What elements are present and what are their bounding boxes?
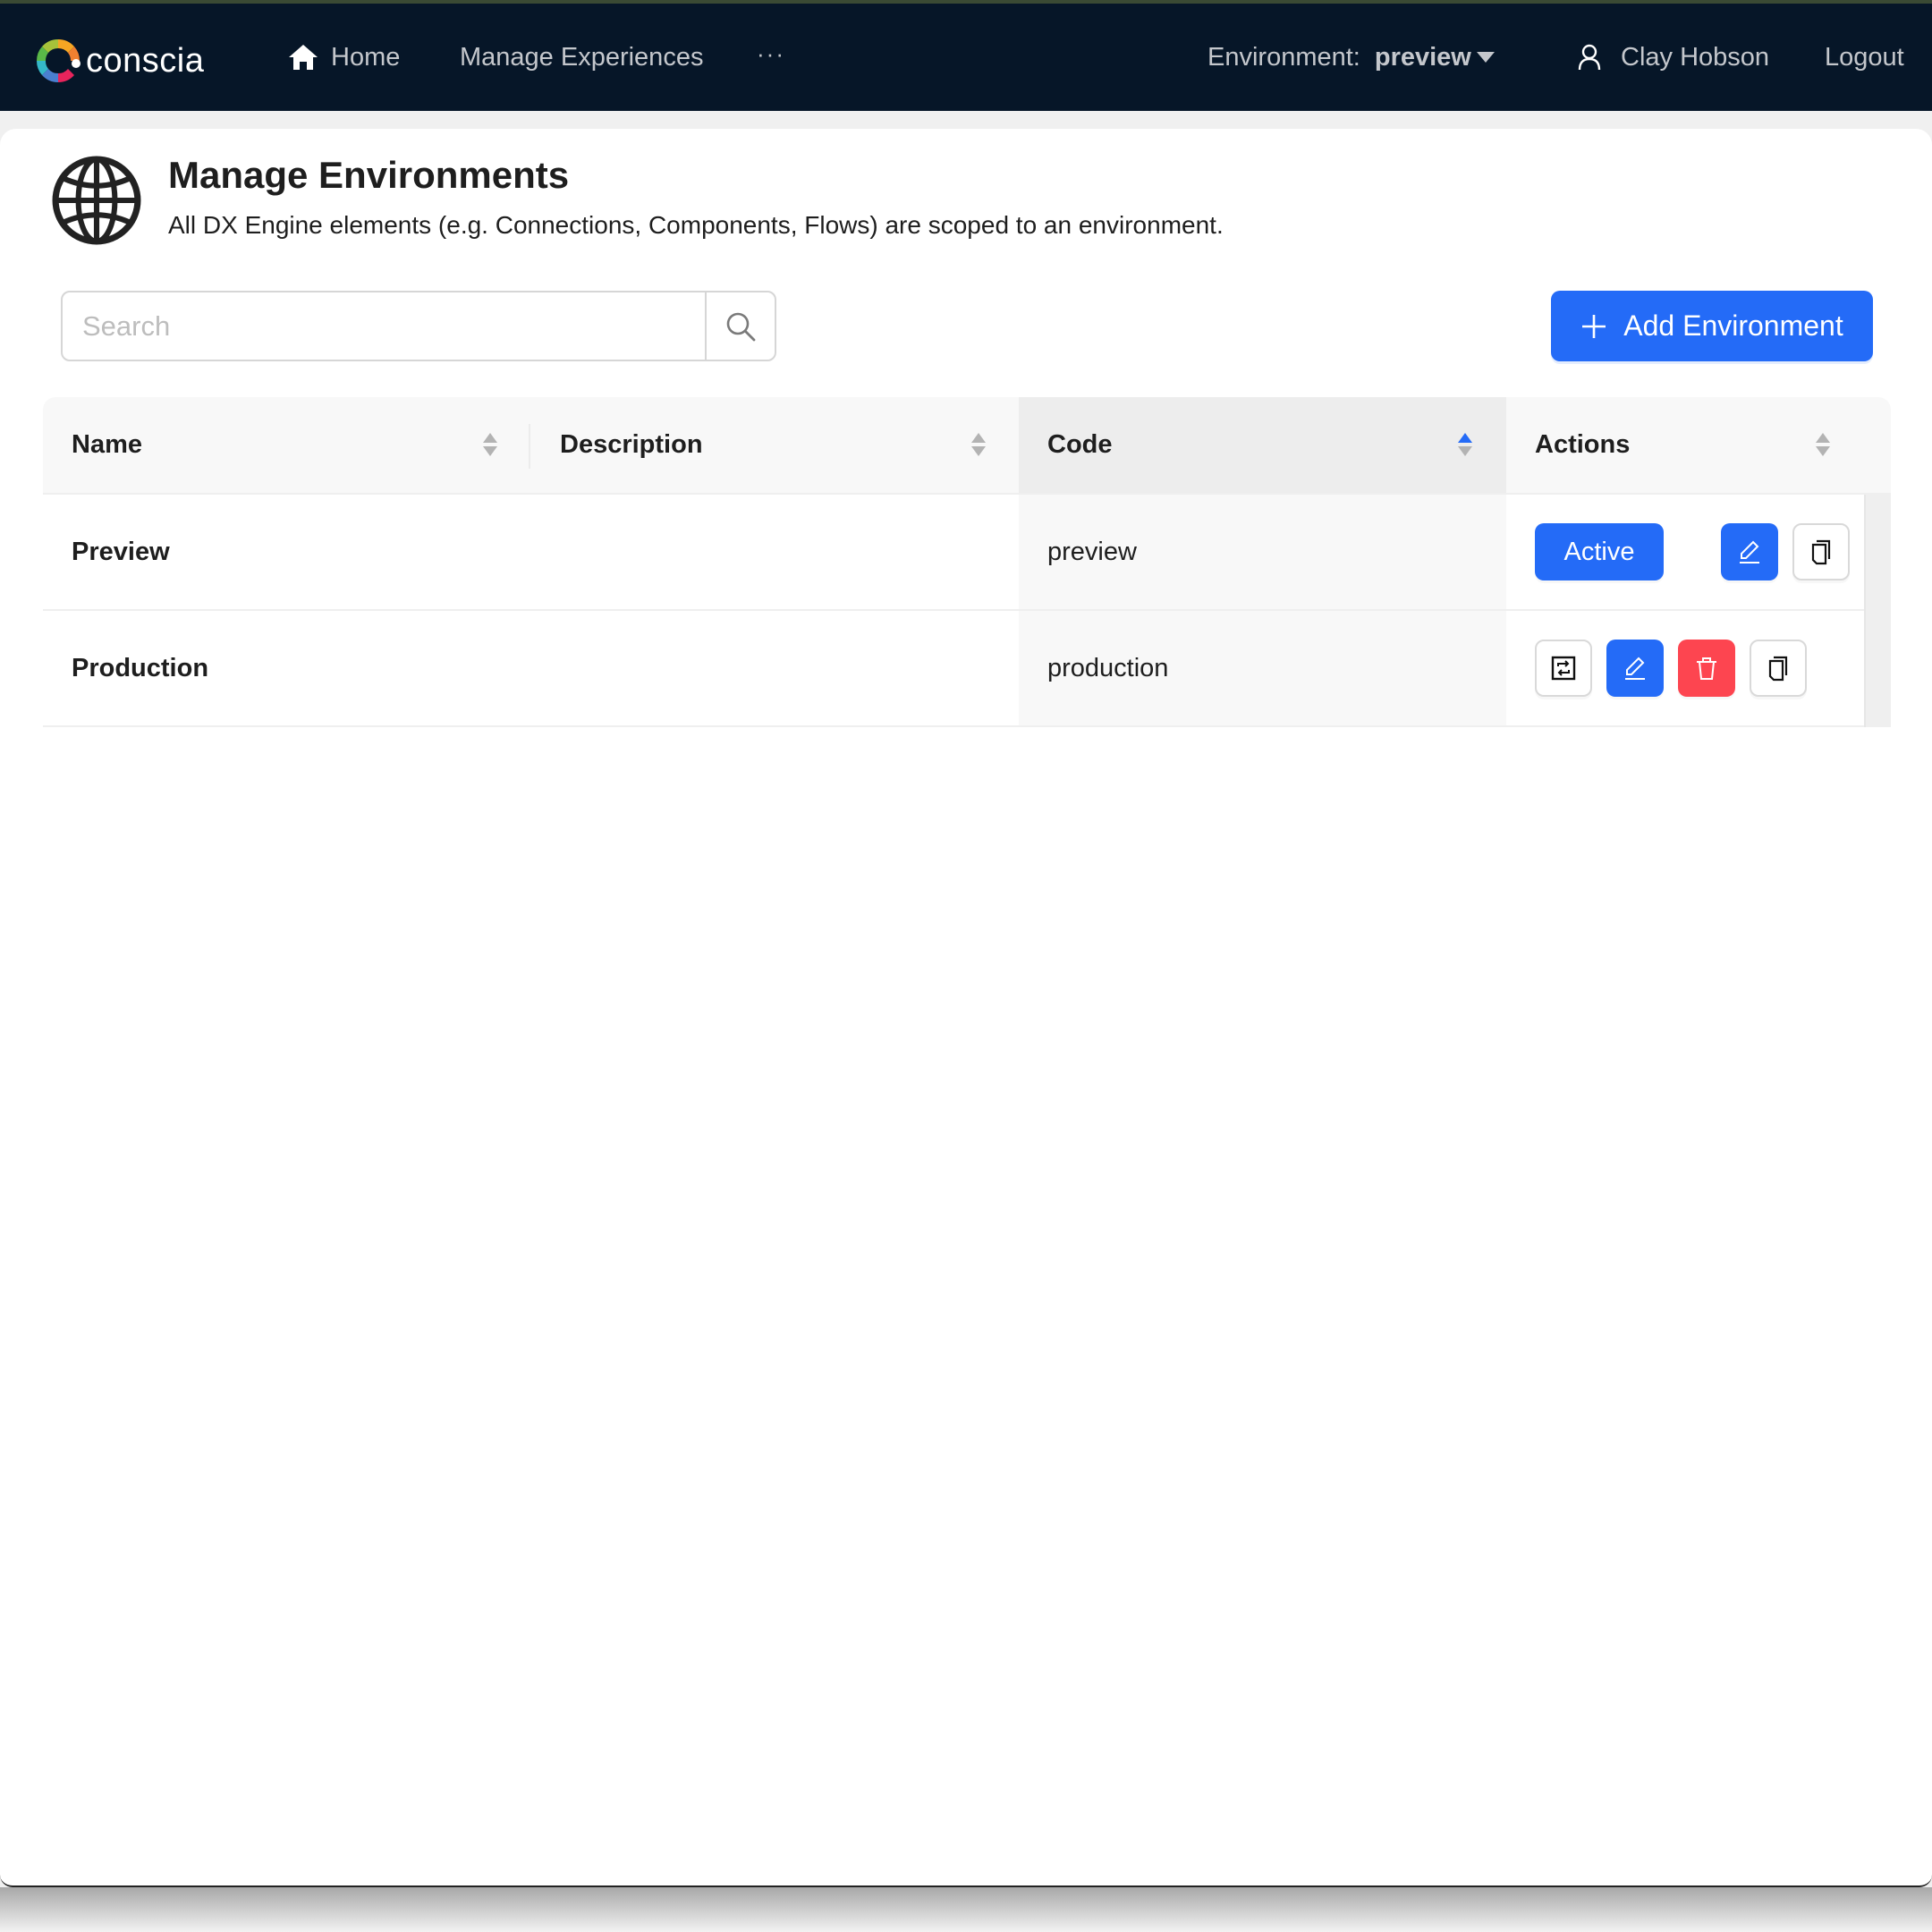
more-icon[interactable]: ··· xyxy=(757,34,785,73)
column-divider xyxy=(529,424,530,469)
edit-button[interactable] xyxy=(1606,640,1664,697)
add-environment-label: Add Environment xyxy=(1623,309,1843,342)
top-navbar: conscia Home Manage Experiences ··· Envi… xyxy=(0,4,1932,111)
environment-label: Environment: xyxy=(1208,42,1360,72)
column-description-label: Description xyxy=(560,430,703,459)
column-actions-label: Actions xyxy=(1535,430,1631,459)
delete-button[interactable] xyxy=(1678,640,1735,697)
column-code-label: Code xyxy=(1047,430,1113,459)
search-box xyxy=(61,291,776,361)
row-actions xyxy=(1506,611,1864,725)
copy-icon xyxy=(1811,539,1831,565)
row-name: Preview xyxy=(72,537,170,566)
user-icon xyxy=(1578,44,1601,71)
home-icon xyxy=(289,45,318,70)
row-name: Production xyxy=(72,653,209,682)
environment-value: preview xyxy=(1374,42,1471,72)
environment-selector[interactable]: Environment: preview xyxy=(1208,38,1495,77)
row-code: production xyxy=(1019,611,1506,725)
switch-icon xyxy=(1551,656,1576,681)
logout-link[interactable]: Logout xyxy=(1825,38,1904,77)
page-subtitle: All DX Engine elements (e.g. Connections… xyxy=(168,211,1224,239)
nav-home-label: Home xyxy=(331,42,401,72)
page-title: Manage Environments xyxy=(168,154,570,196)
user-menu[interactable]: Clay Hobson xyxy=(1578,38,1769,77)
user-name: Clay Hobson xyxy=(1621,42,1770,72)
edit-button[interactable] xyxy=(1721,523,1778,580)
nav-home[interactable]: Home xyxy=(288,38,400,77)
caret-down-icon xyxy=(1476,52,1495,63)
window-shadow xyxy=(0,1887,1932,1932)
edit-icon xyxy=(1625,657,1645,680)
table-header: Name Description Code Actions xyxy=(43,397,1891,495)
environments-table: Name Description Code Actions Preview pr… xyxy=(43,397,1891,727)
column-header-name[interactable]: Name xyxy=(43,397,530,493)
globe-icon xyxy=(52,156,141,245)
column-name-label: Name xyxy=(72,430,142,459)
nav-manage-experiences[interactable]: Manage Experiences xyxy=(460,38,703,77)
content-card xyxy=(0,129,1932,1887)
sort-icon xyxy=(1816,433,1830,458)
copy-button[interactable] xyxy=(1750,640,1807,697)
switch-environment-button[interactable] xyxy=(1535,640,1592,697)
edit-icon xyxy=(1740,540,1759,564)
copy-icon xyxy=(1768,656,1788,682)
search-button[interactable] xyxy=(705,292,775,360)
trash-icon xyxy=(1697,657,1716,680)
table-scrollbar[interactable] xyxy=(1864,495,1891,727)
sort-icon xyxy=(483,433,497,458)
add-environment-button[interactable]: Add Environment xyxy=(1551,291,1873,361)
sort-ascending-icon xyxy=(1458,433,1472,458)
logo-text: conscia xyxy=(86,41,205,80)
active-button[interactable]: Active xyxy=(1535,523,1664,580)
table-row: Production production xyxy=(43,611,1891,727)
column-header-code[interactable]: Code xyxy=(1019,397,1506,493)
conscia-logo[interactable]: conscia xyxy=(34,36,204,86)
column-header-actions[interactable]: Actions xyxy=(1506,397,1891,493)
row-actions: Active xyxy=(1506,495,1864,609)
table-row: Preview preview Active xyxy=(43,495,1891,611)
search-input[interactable] xyxy=(63,292,705,360)
search-icon xyxy=(726,312,756,341)
logo-ring-icon xyxy=(36,38,80,83)
column-header-description[interactable]: Description xyxy=(531,397,1019,493)
row-code: preview xyxy=(1019,495,1506,609)
sort-icon xyxy=(971,433,986,458)
copy-button[interactable] xyxy=(1792,523,1850,580)
plus-icon xyxy=(1582,314,1606,338)
